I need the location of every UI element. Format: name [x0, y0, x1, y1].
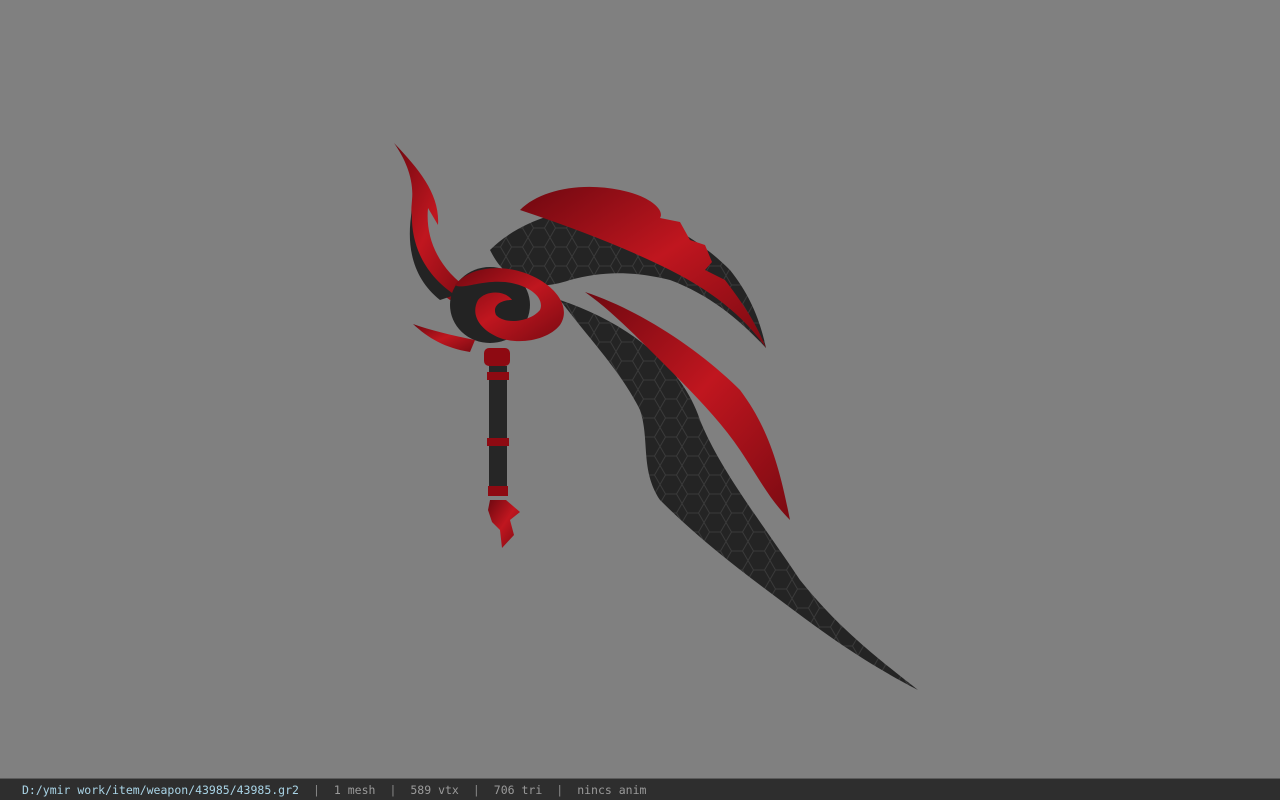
status-separator: | [472, 782, 480, 797]
status-separator: | [389, 782, 397, 797]
3d-viewport[interactable] [0, 0, 1280, 778]
status-separator: | [312, 782, 320, 797]
handle-band-top [487, 372, 509, 380]
vertex-count-text: 589 vtx [410, 782, 459, 797]
handle-band-low [488, 486, 508, 496]
status-separator: | [556, 782, 564, 797]
handle-band-mid [487, 438, 509, 446]
triangle-count-text: 706 tri [493, 782, 543, 797]
weapon-model-render[interactable] [0, 0, 1280, 778]
mesh-count-text: 1 mesh [333, 782, 376, 797]
file-path-text: D:/ymir work/item/weapon/43985/43985.gr2 [22, 782, 299, 797]
handle-shaft [489, 366, 507, 490]
pommel-spike [488, 500, 520, 548]
status-bar: D:/ymir work/item/weapon/43985/43985.gr2… [0, 778, 1280, 800]
lower-blade-dark [560, 300, 918, 690]
handle-collar [484, 348, 510, 366]
anim-status-text: nincs anim [577, 782, 647, 797]
